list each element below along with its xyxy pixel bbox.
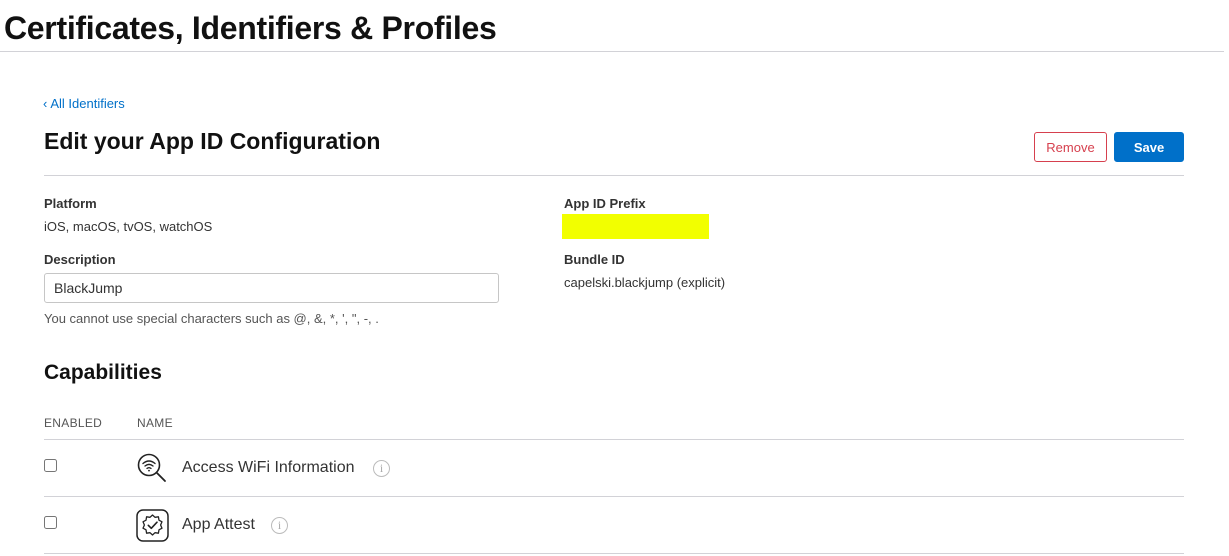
chevron-left-icon: ‹: [43, 96, 48, 111]
capability-checkbox-access-wifi[interactable]: [44, 459, 57, 472]
column-name-header: NAME: [137, 416, 173, 430]
app-id-prefix-redaction: [562, 214, 709, 239]
info-icon[interactable]: i: [271, 517, 288, 534]
row-divider: [44, 553, 1184, 554]
platform-label: Platform: [44, 196, 97, 211]
page-title: Certificates, Identifiers & Profiles: [4, 10, 497, 46]
capabilities-title: Capabilities: [44, 361, 162, 384]
form-title: Edit your App ID Configuration: [44, 128, 381, 154]
bundle-id-label: Bundle ID: [564, 252, 625, 267]
save-button[interactable]: Save: [1114, 132, 1184, 162]
platform-value: iOS, macOS, tvOS, watchOS: [44, 219, 213, 234]
app-attest-badge-icon: [136, 509, 169, 542]
remove-button[interactable]: Remove: [1034, 132, 1107, 162]
capability-name: Access WiFi Information: [182, 459, 355, 476]
description-label: Description: [44, 252, 116, 267]
info-icon[interactable]: i: [373, 460, 390, 477]
all-identifiers-link[interactable]: ‹ All Identifiers: [43, 96, 125, 111]
app-id-prefix-label: App ID Prefix: [564, 196, 646, 211]
bundle-id-value: capelski.blackjump (explicit): [564, 275, 726, 290]
column-enabled-header: ENABLED: [44, 416, 103, 430]
wifi-search-icon: [137, 453, 166, 482]
back-link-label: All Identifiers: [50, 96, 125, 111]
form-divider: [44, 175, 1184, 176]
capability-row: Access WiFi Information i: [44, 440, 1184, 497]
capability-row: App Attest i: [44, 497, 1184, 554]
description-hint: You cannot use special characters such a…: [44, 311, 379, 326]
capability-name: App Attest: [182, 516, 255, 533]
capability-checkbox-app-attest[interactable]: [44, 516, 57, 529]
page-header: Certificates, Identifiers & Profiles: [0, 0, 1224, 52]
description-input[interactable]: [44, 273, 499, 303]
